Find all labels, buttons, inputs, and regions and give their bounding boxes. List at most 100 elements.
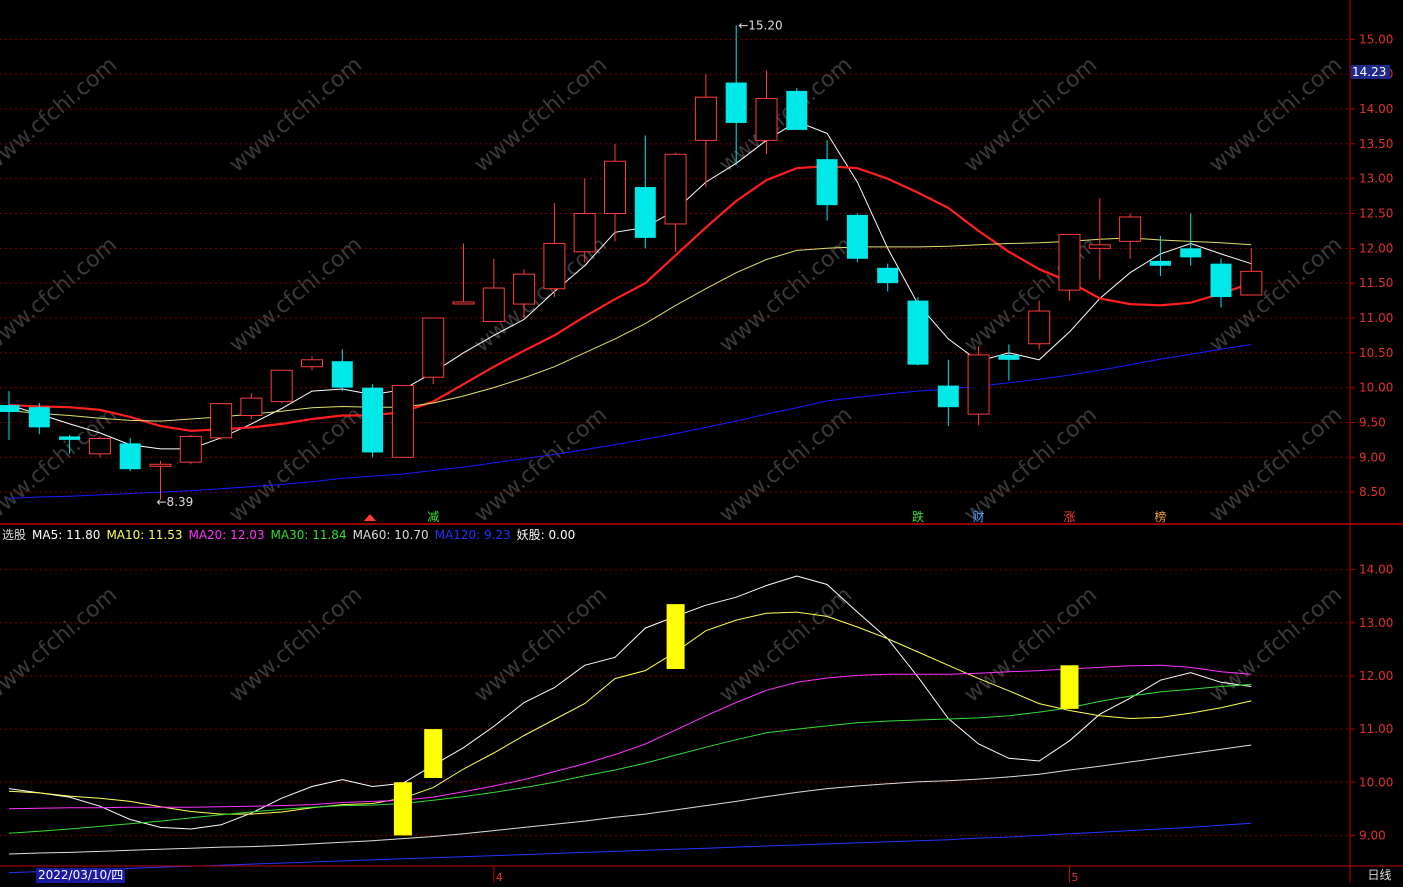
y-tick-label: 9.50	[1359, 415, 1386, 429]
candle-body-down	[846, 214, 868, 259]
signal-marker: 涨	[1063, 509, 1075, 524]
candle-body-down	[725, 82, 747, 123]
candle-body-up	[694, 96, 717, 141]
watermark-text: www.cfchi.com	[0, 582, 122, 707]
candle-body-down	[816, 159, 838, 206]
y-tick-label: 12.00	[1359, 669, 1393, 683]
signal-bar	[393, 782, 412, 836]
candle-body-down	[119, 443, 141, 470]
candle-body-up	[1088, 244, 1111, 249]
candle-body-up	[482, 287, 505, 322]
watermark-text: www.cfchi.com	[715, 232, 857, 357]
y-tick-label: 8.50	[1359, 485, 1386, 499]
period-button[interactable]: 日线	[1356, 868, 1403, 883]
min-price-label: ←8.39	[157, 495, 194, 509]
watermark-text: www.cfchi.com	[715, 582, 857, 707]
up-arrow-icon	[364, 514, 376, 521]
candle-body-up	[1240, 270, 1263, 296]
indicator-line	[8, 744, 1252, 855]
y-tick-label: 11.50	[1359, 276, 1393, 290]
y-tick-label: 10.00	[1359, 381, 1393, 395]
date-cursor-label: 2022/03/10/四	[36, 868, 126, 883]
candle-body-up	[1028, 310, 1051, 345]
indicator-legend: 选股 MA5: 11.80 MA10: 11.53 MA20: 12.03 MA30: …	[2, 526, 581, 543]
legend-ma20: MA20: 12.03	[188, 528, 265, 542]
watermark-text: www.cfchi.com	[225, 52, 367, 177]
candle-body-down	[937, 385, 959, 408]
candle-body-down	[877, 267, 899, 284]
candle-body-down	[28, 407, 50, 428]
max-price-label: ←15.20	[738, 18, 782, 32]
y-tick-label: 15.00	[1359, 32, 1393, 46]
candle-body-down	[0, 405, 20, 413]
y-tick-label: 11.00	[1359, 722, 1393, 736]
watermark-text: www.cfchi.com	[470, 52, 612, 177]
legend-ma120: MA120: 9.23	[434, 528, 511, 542]
candle-body-down	[907, 300, 929, 365]
y-tick-label: 11.00	[1359, 311, 1393, 325]
candle-body-up	[210, 403, 233, 439]
candle-body-up	[573, 212, 596, 253]
candle-body-up	[1058, 233, 1081, 291]
legend-ma5: MA5: 11.80	[32, 528, 101, 542]
candle-body-up	[270, 369, 293, 403]
candle-body-down	[998, 354, 1020, 360]
signal-bar	[1060, 665, 1079, 709]
candle-body-up	[391, 385, 414, 458]
signal-marker: 减	[427, 510, 439, 524]
candle-body-up	[664, 153, 687, 225]
y-tick-label: 13.00	[1359, 616, 1393, 630]
signal-marker: 跌	[912, 509, 924, 524]
signal-marker: 财	[973, 510, 985, 524]
candle-body-down	[1210, 263, 1232, 298]
watermark-text: www.cfchi.com	[470, 582, 612, 707]
watermark-text: www.cfchi.com	[960, 582, 1102, 707]
ma-line	[8, 164, 1252, 432]
candle-body-up	[755, 98, 778, 141]
signal-bar	[424, 729, 443, 778]
candle-body-down	[634, 187, 656, 238]
legend-ma60: MA60: 10.70	[352, 528, 429, 542]
y-tick-label: 14.00	[1359, 102, 1393, 116]
candle-body-up	[1119, 216, 1142, 242]
signal-bar	[666, 604, 685, 670]
legend-yaogu: 妖股: 0.00	[516, 528, 576, 542]
candle-body-up	[543, 242, 566, 290]
y-tick-label: 10.00	[1359, 775, 1393, 789]
legend-ma30: MA30: 11.84	[270, 528, 347, 542]
watermark-text: www.cfchi.com	[0, 232, 122, 357]
candle-body-down	[786, 90, 808, 130]
watermark-text: www.cfchi.com	[0, 52, 122, 177]
y-tick-label: 9.00	[1359, 828, 1386, 842]
watermark-text: www.cfchi.com	[960, 402, 1102, 527]
legend-name: 选股	[2, 528, 27, 542]
y-tick-label: 12.00	[1359, 241, 1393, 255]
candle-body-up	[452, 301, 475, 305]
y-tick-label: 13.00	[1359, 172, 1393, 186]
candle-body-up	[301, 359, 323, 368]
watermark-text: www.cfchi.com	[470, 402, 612, 527]
y-tick-label: 10.50	[1359, 346, 1393, 360]
candle-body-up	[149, 463, 172, 467]
candle-body-up	[422, 317, 445, 378]
candle-body-down	[59, 436, 81, 440]
y-tick-label: 14.00	[1359, 563, 1393, 577]
stock-chart[interactable]: www.cfchi.com www.cfchi.com www.cfchi.com w…	[0, 0, 1403, 884]
candle-body-up	[179, 435, 202, 463]
y-tick-label: 9.00	[1359, 450, 1386, 464]
y-tick-label: 12.50	[1359, 206, 1393, 220]
candle-body-down	[1149, 260, 1171, 266]
watermark-text: www.cfchi.com	[1205, 582, 1347, 707]
month-label: 5	[1072, 871, 1079, 883]
signal-marker: 榜	[1154, 509, 1166, 524]
watermark-text: www.cfchi.com	[960, 52, 1102, 177]
candle-body-up	[240, 397, 263, 417]
candle-body-down	[362, 387, 384, 453]
watermark-text: www.cfchi.com	[1205, 52, 1347, 177]
legend-ma10: MA10: 11.53	[106, 528, 183, 542]
watermark-text: www.cfchi.com	[1205, 402, 1347, 527]
month-label: 4	[496, 871, 503, 883]
candle-body-up	[513, 273, 536, 305]
y-tick-label: 13.50	[1359, 137, 1393, 151]
candle-body-down	[331, 361, 353, 388]
